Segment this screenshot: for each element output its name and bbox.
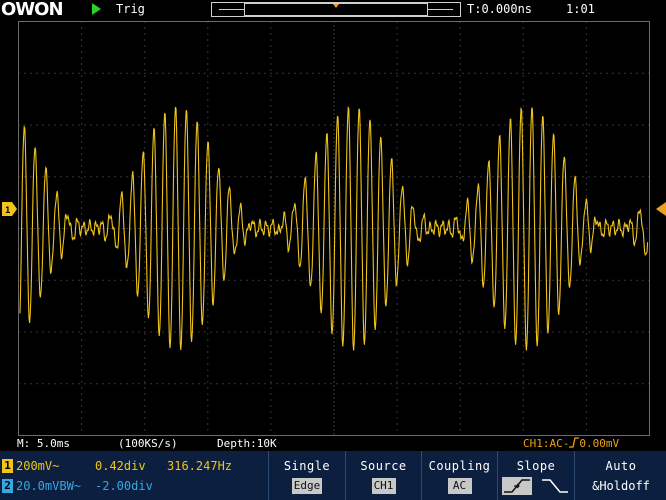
trigger-position-marker [333, 4, 339, 8]
channel-2-position: -2.00div [95, 479, 153, 493]
falling-edge-icon [541, 479, 568, 493]
channel-1-frequency: 316.247Hz [167, 459, 233, 473]
slope-label: Slope [516, 459, 556, 473]
channel-1-scale: 200mV~ [16, 459, 60, 473]
source-softkey[interactable]: Source CH1 [345, 451, 421, 500]
channel-1-level-marker: 1 [2, 202, 17, 216]
auto-holdoff-softkey[interactable]: Auto &Holdoff [574, 451, 666, 500]
coupling-label: Coupling [428, 459, 491, 473]
trigger-info: CH1:AC- 0.00mV [523, 437, 620, 450]
clock: 1:01 [566, 2, 595, 16]
auto-label: Auto [605, 459, 637, 473]
slope-softkey[interactable]: Slope [497, 451, 574, 500]
channel-1-position: 0.42div [95, 459, 146, 473]
brand-logo: OWON [1, 0, 64, 20]
coupling-value: AC [447, 478, 472, 494]
top-status-bar: OWON Trig T:0.000ns 1:01 [0, 0, 666, 20]
acquisition-info-bar: M: 5.0ms (100KS/s) Depth:10K CH1:AC- 0.00… [0, 437, 666, 451]
holdoff-label: &Holdoff [592, 479, 650, 493]
svg-text:1: 1 [5, 206, 10, 216]
mode-softkey[interactable]: Single Edge [268, 451, 345, 500]
mode-value: Edge [291, 478, 323, 494]
channel-2-scale: 20.0mVBW~ [16, 479, 82, 493]
channel-2-row[interactable]: 2 20.0mVBW~ -2.00div [0, 478, 272, 494]
coupling-softkey[interactable]: Coupling AC [421, 451, 497, 500]
trigger-level-marker [656, 202, 666, 216]
memory-position-bar[interactable] [211, 2, 461, 17]
trigger-status: Trig [116, 2, 145, 16]
source-label: Source [360, 459, 407, 473]
sample-rate: (100KS/s) [118, 437, 178, 450]
channel-1-row[interactable]: 1 200mV~ 0.42div 316.247Hz [0, 458, 272, 474]
record-depth: Depth:10K [217, 437, 277, 450]
bottom-menu: 1 200mV~ 0.42div 316.247Hz 2 20.0mVBW~ -… [0, 451, 666, 500]
rising-edge-icon [502, 477, 533, 495]
time-offset: T:0.000ns [467, 2, 533, 16]
channel-info-panel: 1 200mV~ 0.42div 316.247Hz 2 20.0mVBW~ -… [0, 451, 272, 500]
waveform-display[interactable]: 1 [0, 19, 666, 437]
source-value: CH1 [371, 478, 396, 494]
rising-edge-icon [569, 437, 580, 448]
play-icon[interactable] [91, 3, 101, 15]
timebase: M: 5.0ms [17, 437, 70, 450]
mode-label: Single [283, 459, 331, 473]
channel-2-badge: 2 [2, 479, 13, 493]
channel-1-badge: 1 [2, 459, 13, 473]
